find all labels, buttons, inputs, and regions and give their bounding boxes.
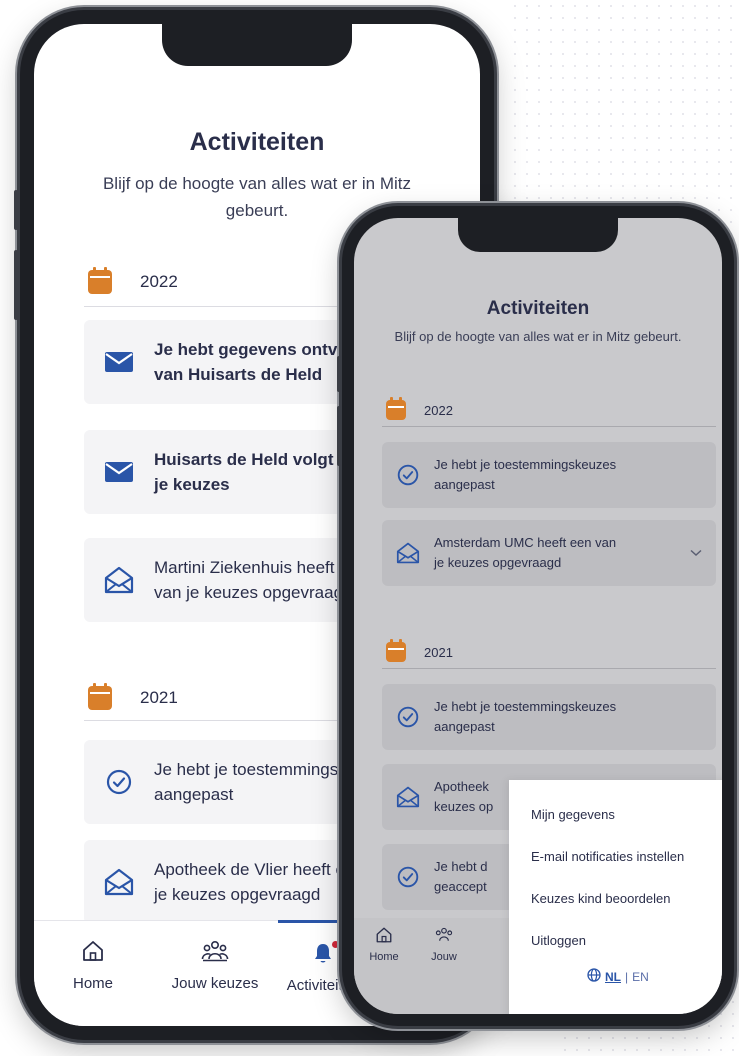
mail-open-icon	[382, 786, 434, 808]
phone-mockup-secondary: Activiteiten Blijf op de hoogte van alle…	[337, 206, 734, 1026]
divider	[382, 426, 716, 427]
menu-item-uitloggen[interactable]: Uitloggen	[531, 920, 722, 962]
year-label: 2021	[424, 644, 453, 660]
check-circle-icon	[382, 706, 434, 728]
phone-side-button	[337, 356, 341, 392]
activity-text: Apotheek	[434, 779, 489, 794]
activity-text: Amsterdam UMC heeft een van	[434, 535, 617, 550]
activity-text: aangepast	[434, 719, 495, 734]
activity-text: Martini Ziekenhuis heeft een	[154, 558, 368, 577]
nav-label: Home	[72, 975, 113, 992]
activity-text: van je keuzes opgevraagd	[154, 583, 353, 602]
check-circle-icon	[84, 769, 154, 795]
nav-item-jouw-keuzes[interactable]: Jouw	[414, 918, 474, 1014]
calendar-icon	[88, 683, 112, 710]
account-menu: Mijn gegevens E-mail notificaties instel…	[509, 780, 722, 1014]
home-icon	[81, 939, 105, 967]
menu-item-email-notificaties[interactable]: E-mail notificaties instellen	[531, 836, 722, 878]
language-option-en[interactable]: EN	[632, 970, 649, 984]
activity-text: Huisarts de Held volgt van	[154, 450, 368, 469]
phone-notch	[458, 218, 618, 252]
page-title: Activiteiten	[189, 128, 325, 156]
activity-text: Je hebt d	[434, 859, 488, 874]
activity-text: je keuzes	[154, 475, 230, 494]
phone-side-button	[337, 406, 341, 466]
mail-open-icon	[84, 868, 154, 896]
language-separator: |	[625, 969, 629, 984]
nav-label: Jouw keuzes	[171, 975, 259, 992]
mail-open-icon	[382, 542, 434, 564]
language-switch: NL | EN	[587, 968, 722, 985]
activity-text: je keuzes opgevraagd	[434, 555, 562, 570]
bell-icon	[311, 941, 339, 969]
home-icon	[375, 926, 393, 947]
activity-item[interactable]: Je hebt je toestemmingskeuzes aangepast	[382, 442, 716, 508]
mail-filled-icon	[84, 461, 154, 483]
year-label: 2021	[140, 688, 178, 707]
nav-item-home[interactable]: Home	[354, 918, 414, 1014]
year-label: 2022	[424, 402, 453, 418]
nav-label: Home	[369, 951, 399, 963]
year-header-2021: 2021	[88, 683, 178, 710]
activity-text: Je hebt je toestemmingskeuzes	[434, 699, 617, 714]
chevron-down-icon[interactable]	[676, 549, 716, 557]
notification-dot	[332, 941, 339, 948]
people-icon	[201, 939, 229, 967]
check-circle-icon	[382, 866, 434, 888]
globe-icon	[587, 968, 601, 985]
nav-label: Jouw	[431, 951, 457, 963]
nav-item-home[interactable]: Home	[34, 921, 152, 1026]
menu-item-mijn-gegevens[interactable]: Mijn gegevens	[531, 794, 722, 836]
year-label: 2022	[140, 272, 178, 291]
people-icon	[434, 926, 454, 947]
phone-notch	[162, 24, 352, 66]
activity-text: keuzes op	[434, 799, 494, 814]
phone-side-button	[14, 190, 18, 230]
menu-item-keuzes-kind[interactable]: Keuzes kind beoordelen	[531, 878, 722, 920]
year-header-2021: 2021	[386, 639, 453, 662]
activity-text: Je hebt je toestemmingskeuzes	[434, 457, 617, 472]
page-subtitle: Blijf op de hoogte van alles wat er in M…	[394, 329, 682, 344]
phone-screen-secondary: Activiteiten Blijf op de hoogte van alle…	[354, 218, 722, 1014]
calendar-icon	[386, 397, 406, 420]
activity-item[interactable]: Amsterdam UMC heeft een van je keuzes op…	[382, 520, 716, 586]
year-header-2022: 2022	[88, 267, 178, 294]
mail-open-icon	[84, 566, 154, 594]
activity-text: aangepast	[434, 477, 495, 492]
check-circle-icon	[382, 464, 434, 486]
page-title: Activiteiten	[486, 298, 590, 319]
year-header-2022: 2022	[386, 397, 453, 420]
language-option-nl[interactable]: NL	[605, 970, 621, 984]
calendar-icon	[386, 639, 406, 662]
divider	[382, 668, 716, 669]
mail-filled-icon	[84, 351, 154, 373]
nav-item-jouw-keuzes[interactable]: Jouw keuzes	[152, 921, 278, 1026]
activity-text: geaccept	[434, 879, 487, 894]
phone-side-button	[14, 250, 18, 320]
calendar-icon	[88, 267, 112, 294]
activity-item[interactable]: Je hebt je toestemmingskeuzes aangepast	[382, 684, 716, 750]
